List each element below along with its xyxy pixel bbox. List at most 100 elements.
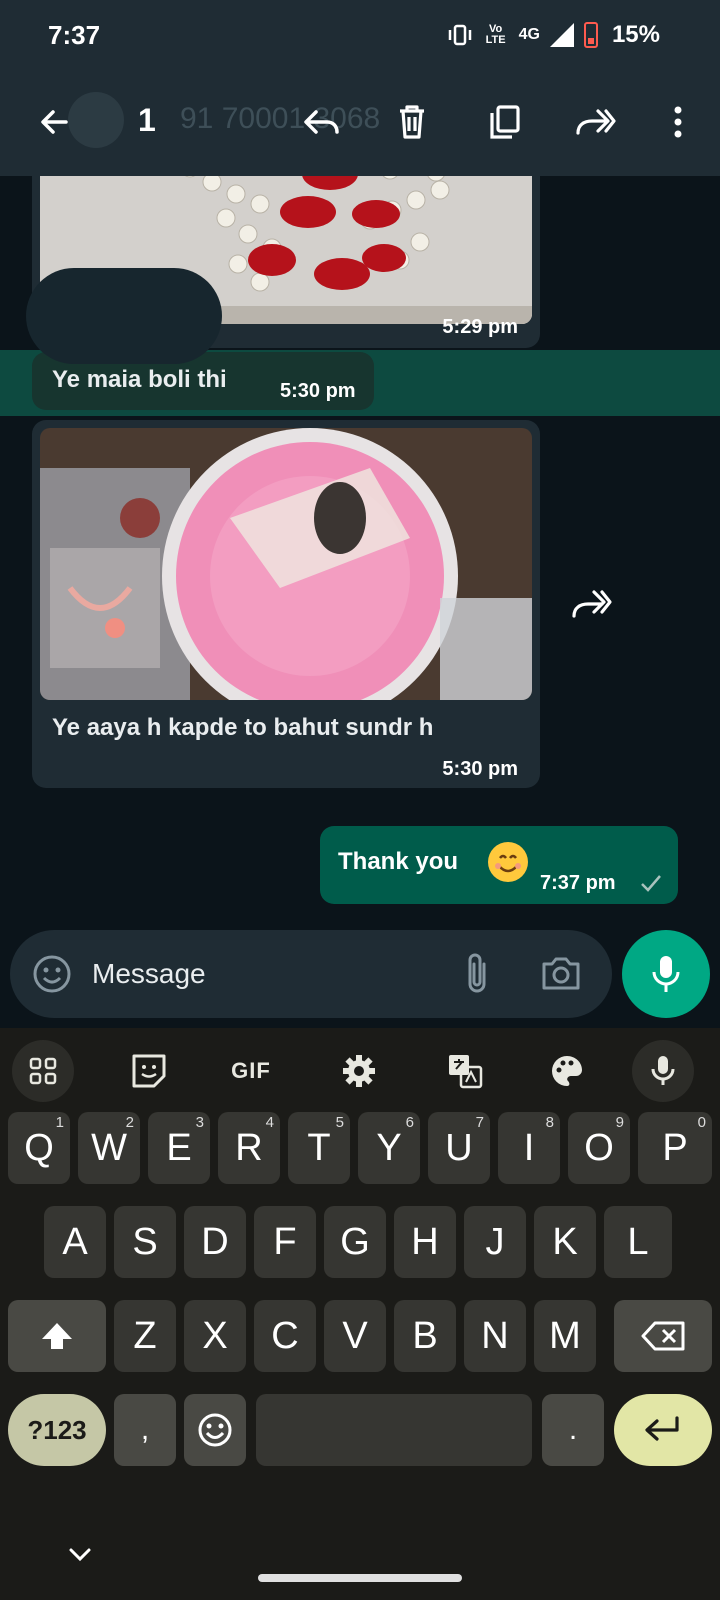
key-m[interactable]: M: [534, 1300, 596, 1372]
key-j[interactable]: J: [464, 1206, 526, 1278]
backspace-icon: [641, 1321, 685, 1351]
key-e[interactable]: E3: [148, 1112, 210, 1184]
key-hint: 4: [265, 1114, 274, 1131]
key-b[interactable]: B: [394, 1300, 456, 1372]
outgoing-message-bubble[interactable]: Thank you 7:37 pm: [320, 826, 678, 904]
apps-grid-icon[interactable]: [12, 1040, 74, 1102]
keyboard-mic-icon[interactable]: [632, 1040, 694, 1102]
key-hint: 9: [615, 1114, 624, 1131]
message-caption: Ye aaya h kapde to bahut sundr h: [52, 714, 434, 741]
translate-icon[interactable]: [440, 1046, 490, 1096]
key-label: P: [662, 1126, 688, 1169]
battery-percent: 15%: [611, 21, 660, 48]
smiling-face-emoji: [488, 842, 528, 882]
key-label: O: [584, 1126, 614, 1169]
key-i[interactable]: I8: [498, 1112, 560, 1184]
delete-icon[interactable]: [390, 100, 434, 144]
selected-count: 1: [138, 102, 156, 138]
camera-icon[interactable]: [540, 954, 582, 997]
key-hint: 6: [405, 1114, 414, 1131]
key-g[interactable]: G: [324, 1206, 386, 1278]
more-vert-icon[interactable]: [656, 100, 700, 144]
message-composer[interactable]: Message: [10, 930, 612, 1018]
message-text: Ye maia boli thi: [52, 366, 227, 393]
emoji-key[interactable]: [184, 1394, 246, 1466]
network-type: 4G: [518, 26, 540, 43]
sticker-icon[interactable]: [124, 1046, 174, 1096]
key-l[interactable]: L: [604, 1206, 672, 1278]
forward-shortcut-icon[interactable]: [572, 588, 616, 628]
gif-button[interactable]: GIF: [226, 1046, 276, 1096]
key-hint: 2: [125, 1114, 134, 1131]
space-key[interactable]: [256, 1394, 532, 1466]
gesture-nav-bar[interactable]: [258, 1574, 462, 1582]
key-p[interactable]: P0: [638, 1112, 712, 1184]
period-key[interactable]: .: [542, 1394, 604, 1466]
key-hint: 8: [545, 1114, 554, 1131]
key-z[interactable]: Z: [114, 1300, 176, 1372]
dress-image[interactable]: [40, 428, 532, 700]
key-f[interactable]: F: [254, 1206, 316, 1278]
key-hint: 7: [475, 1114, 484, 1131]
palette-icon[interactable]: [542, 1046, 592, 1096]
key-t[interactable]: T5: [288, 1112, 350, 1184]
message-input[interactable]: Message: [92, 958, 206, 990]
message-time: 5:30 pm: [442, 758, 518, 780]
key-y[interactable]: Y6: [358, 1112, 420, 1184]
mic-icon: [652, 956, 680, 992]
attach-icon[interactable]: [462, 952, 492, 1001]
signal-icon: [549, 23, 574, 47]
key-hint: 0: [697, 1114, 706, 1131]
status-icons: Vo LTE 4G 15%: [447, 20, 660, 50]
status-bar: 7:37 Vo LTE 4G 15%: [0, 0, 720, 70]
key-label: Y: [376, 1126, 402, 1169]
copy-icon[interactable]: [482, 100, 526, 144]
image-message-bubble[interactable]: Ye aaya h kapde to bahut sundr h 5:30 pm: [32, 420, 540, 788]
backspace-key[interactable]: [614, 1300, 712, 1372]
key-s[interactable]: S: [114, 1206, 176, 1278]
key-k[interactable]: K: [534, 1206, 596, 1278]
keyboard-toolbar: GIF: [0, 1028, 720, 1108]
contact-avatar: [68, 92, 124, 148]
chevron-down-icon[interactable]: [66, 1540, 94, 1568]
vibrate-icon: [448, 24, 471, 46]
message-time: 5:29 pm: [442, 316, 518, 338]
voice-message-button[interactable]: [622, 930, 710, 1018]
key-label: I: [523, 1126, 535, 1169]
key-hint: 3: [195, 1114, 204, 1131]
message-time: 7:37 pm: [540, 872, 616, 894]
enter-key[interactable]: [614, 1394, 712, 1466]
emoji-icon: [198, 1413, 232, 1447]
reply-icon[interactable]: [300, 100, 344, 144]
comma-key[interactable]: ,: [114, 1394, 176, 1466]
symbols-key[interactable]: ?123: [8, 1394, 106, 1466]
key-hint: 5: [335, 1114, 344, 1131]
key-label: T: [307, 1126, 331, 1169]
key-c[interactable]: C: [254, 1300, 316, 1372]
key-u[interactable]: U7: [428, 1112, 490, 1184]
emoji-icon[interactable]: [32, 954, 72, 999]
back-arrow-icon[interactable]: [32, 100, 76, 144]
key-n[interactable]: N: [464, 1300, 526, 1372]
settings-icon[interactable]: [334, 1046, 384, 1096]
forward-icon[interactable]: [574, 100, 618, 144]
sent-tick-icon: [641, 875, 661, 892]
key-d[interactable]: D: [184, 1206, 246, 1278]
enter-icon: [645, 1416, 679, 1441]
shift-key[interactable]: [8, 1300, 106, 1372]
key-w[interactable]: W2: [78, 1112, 140, 1184]
volte-label: Vo LTE: [485, 23, 506, 46]
key-label: W: [91, 1126, 127, 1169]
key-label: U: [445, 1126, 473, 1169]
message-text: Thank you: [338, 848, 459, 875]
key-v[interactable]: V: [324, 1300, 386, 1372]
key-h[interactable]: H: [394, 1206, 456, 1278]
key-a[interactable]: A: [44, 1206, 106, 1278]
redacted-overlay: [26, 268, 222, 364]
chat-area[interactable]: 5:29 pm Ye maia boli thi 5:30 pm Ye aaya…: [0, 176, 720, 916]
key-q[interactable]: Q1: [8, 1112, 70, 1184]
key-r[interactable]: R4: [218, 1112, 280, 1184]
key-o[interactable]: O9: [568, 1112, 630, 1184]
shift-icon: [42, 1323, 72, 1349]
key-x[interactable]: X: [184, 1300, 246, 1372]
